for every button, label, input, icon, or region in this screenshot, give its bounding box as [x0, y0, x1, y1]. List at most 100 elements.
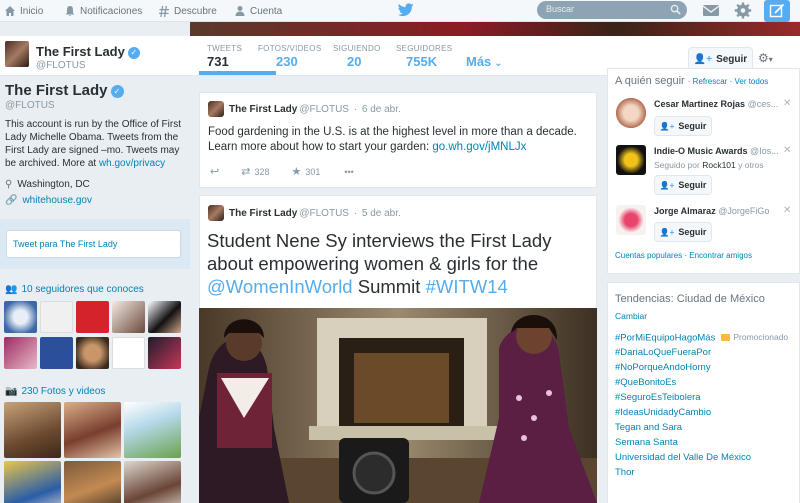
more-options-icon[interactable]: •••	[344, 167, 353, 177]
stat-followers[interactable]: SEGUIDORES 755K	[396, 44, 452, 69]
followers-you-know-text[interactable]: 10 seguidores que conoces	[21, 284, 143, 295]
nav-account[interactable]: Cuenta	[234, 3, 282, 19]
change-trends-link[interactable]: Cambiar	[615, 311, 647, 321]
dismiss-suggestion-icon[interactable]: ✕	[783, 205, 791, 216]
profile-website-text[interactable]: whitehouse.gov	[22, 195, 92, 206]
nav-discover[interactable]: Descubre	[158, 3, 217, 19]
stat-following[interactable]: SIGUIENDO 20	[333, 44, 381, 69]
messages-icon[interactable]	[702, 2, 720, 19]
compose-tweet-button[interactable]	[764, 0, 790, 22]
tweet-media-photo[interactable]	[199, 308, 597, 503]
media-thumbnail[interactable]	[64, 402, 121, 458]
popular-accounts-link[interactable]: Cuentas populares	[615, 251, 682, 260]
trend-item[interactable]: #PorMiEquipoHagoMás Promocionado	[615, 332, 788, 344]
suggestion-name-text[interactable]: Indie-O Music Awards	[654, 146, 748, 156]
follower-avatar[interactable]	[148, 301, 181, 333]
tweet-to-button[interactable]: Tweet para The First Lady	[6, 230, 181, 258]
follower-avatar[interactable]	[40, 301, 73, 333]
tweet-mention[interactable]: @WomenInWorld	[207, 276, 353, 297]
retweet-action[interactable]: ⇄ 328	[241, 165, 269, 178]
trend-item[interactable]: Tegan and Sara	[615, 422, 682, 433]
refresh-link[interactable]: Refrescar	[693, 77, 728, 86]
suggestion-name[interactable]: Indie-O Music Awards @Ios...	[654, 146, 779, 156]
profile-avatar-small[interactable]	[4, 40, 30, 68]
tweet-author-name[interactable]: The First Lady	[229, 208, 297, 219]
nav-notifications[interactable]: Notificaciones	[64, 3, 142, 19]
profile-website[interactable]: 🔗 whitehouse.gov	[5, 195, 92, 206]
suggestion-name[interactable]: Cesar Martinez Rojas @ces...	[654, 99, 778, 109]
tweet-author-name[interactable]: The First Lady	[229, 104, 297, 115]
follower-avatar[interactable]	[76, 337, 109, 369]
favorite-count: 301	[305, 166, 321, 177]
media-thumbnail[interactable]	[124, 461, 181, 503]
tweet-actions: ↩ ⇄ 328 ★ 301 •••	[210, 165, 354, 178]
suggestion-avatar[interactable]	[616, 145, 646, 175]
suggestion-follow-button[interactable]: 👤+ Seguir	[654, 222, 712, 242]
media-thumbnail[interactable]	[124, 402, 181, 458]
nav-account-label: Cuenta	[250, 5, 283, 17]
tweet-body-a: Student Nene Sy interviews the First Lad…	[207, 230, 552, 274]
media-thumbnail[interactable]	[4, 402, 61, 458]
suggestion-follow-button[interactable]: 👤+ Seguir	[654, 175, 712, 195]
camera-icon: 📷	[5, 386, 18, 397]
profile-actions-gear-button[interactable]: ⚙▾	[758, 51, 786, 67]
media-thumbnail[interactable]	[64, 461, 121, 503]
trend-text[interactable]: #PorMiEquipoHagoMás	[615, 333, 715, 344]
suggestion-name-text[interactable]: Jorge Almaraz	[654, 206, 716, 216]
dismiss-suggestion-icon[interactable]: ✕	[783, 145, 791, 156]
reply-icon[interactable]: ↩	[210, 165, 219, 178]
suggestion-avatar[interactable]	[616, 205, 646, 235]
trend-item[interactable]: Universidad del Valle De México	[615, 452, 751, 463]
more-dropdown[interactable]: Más ⌄	[466, 54, 503, 69]
follower-avatar[interactable]	[40, 337, 73, 369]
search-input[interactable]: Buscar	[537, 1, 687, 19]
tweet-date[interactable]: 5 de abr.	[362, 208, 401, 219]
trend-item[interactable]: #SeguroEsTeibolera	[615, 392, 701, 403]
follower-avatar[interactable]	[4, 301, 37, 333]
suggestion-name-text[interactable]: Cesar Martinez Rojas	[654, 99, 745, 109]
tweet-separator: ·	[350, 208, 360, 219]
follower-avatar[interactable]	[4, 337, 37, 369]
nav-home[interactable]: Inicio	[4, 3, 43, 19]
trend-item[interactable]: #NoPorqueAndoHorny	[615, 362, 711, 373]
followers-you-know-header[interactable]: 👥 10 seguidores que conoces	[5, 284, 144, 295]
tweet-separator: ·	[350, 104, 360, 115]
photos-videos-text[interactable]: 230 Fotos y videos	[21, 386, 105, 397]
tweet-date[interactable]: 6 de abr.	[362, 104, 401, 115]
tweet-author[interactable]: The First Lady @FLOTUS · 6 de abr.	[229, 104, 401, 115]
follower-avatar[interactable]	[112, 337, 145, 369]
tweet-hashtag[interactable]: #WITW14	[426, 276, 508, 297]
trend-item[interactable]: #IdeasUnidadyCambio	[615, 407, 711, 418]
privacy-link[interactable]: wh.gov/privacy	[99, 158, 165, 169]
dismiss-suggestion-icon[interactable]: ✕	[783, 98, 791, 109]
media-thumbnail[interactable]	[4, 461, 61, 503]
search-icon[interactable]	[670, 4, 681, 15]
trend-item[interactable]: Thor	[615, 467, 635, 478]
twitter-bird-icon[interactable]	[398, 3, 414, 17]
bell-icon	[65, 6, 75, 17]
find-friends-link[interactable]: Encontrar amigos	[689, 251, 752, 260]
stat-tweets[interactable]: TWEETS 731	[207, 44, 242, 69]
follower-avatar[interactable]	[76, 301, 109, 333]
settings-gear-icon[interactable]	[734, 2, 752, 19]
suggestion-handle: @ces...	[747, 99, 779, 109]
tweet-author-avatar[interactable]	[208, 101, 224, 117]
trend-item[interactable]: #QueBonitoEs	[615, 377, 676, 388]
suggestion-name[interactable]: Jorge Almaraz @JorgeFiGo	[654, 206, 769, 216]
stat-photos-videos[interactable]: FOTOS/VIDEOS 230	[258, 44, 321, 69]
retweet-icon: ⇄	[241, 166, 251, 178]
follower-avatar[interactable]	[112, 301, 145, 333]
tweet-author-avatar[interactable]	[208, 205, 224, 221]
suggestion-avatar[interactable]	[616, 98, 646, 128]
view-all-link[interactable]: Ver todos	[734, 77, 768, 86]
tweet-link[interactable]: go.wh.gov/jMNLJx	[432, 141, 526, 153]
follower-avatar[interactable]	[148, 337, 181, 369]
tweet-author[interactable]: The First Lady @FLOTUS · 5 de abr.	[229, 208, 401, 219]
nav-home-label: Inicio	[20, 5, 44, 17]
favorite-action[interactable]: ★ 301	[291, 165, 320, 178]
trend-item[interactable]: Semana Santa	[615, 437, 678, 448]
trend-item[interactable]: #DariaLoQueFueraPor	[615, 347, 711, 358]
followed-by-link[interactable]: Rock101	[702, 160, 736, 170]
photos-videos-header[interactable]: 📷 230 Fotos y videos	[5, 386, 105, 397]
suggestion-follow-button[interactable]: 👤+ Seguir	[654, 116, 712, 136]
